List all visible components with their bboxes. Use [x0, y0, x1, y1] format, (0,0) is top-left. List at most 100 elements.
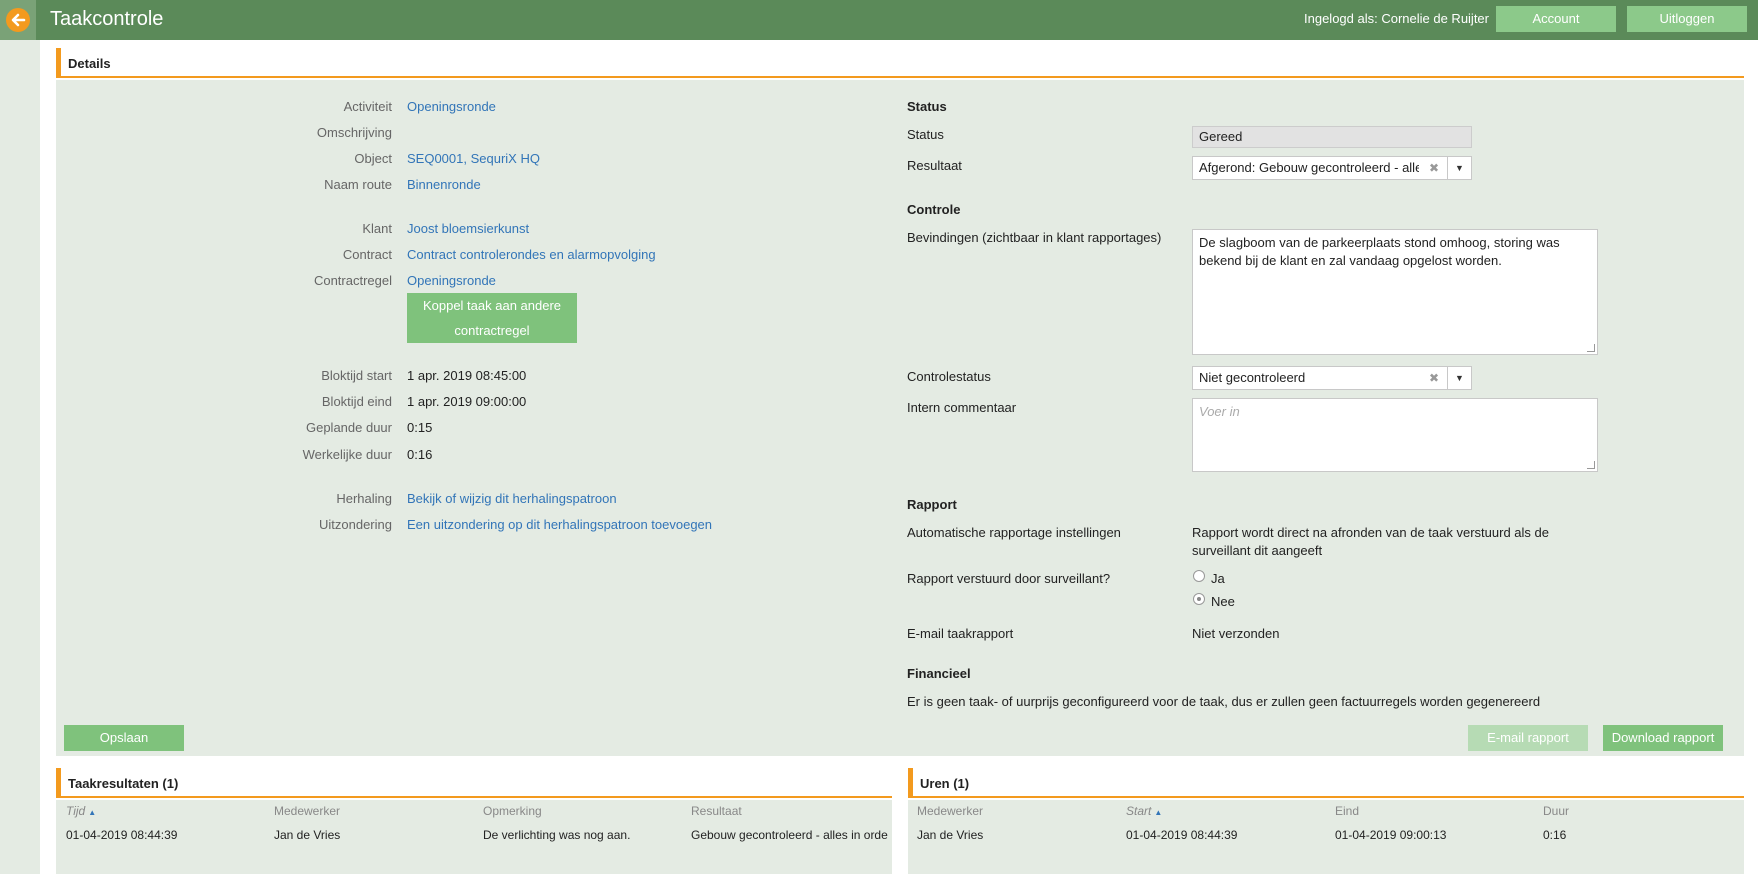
planned-duration-value: 0:15 — [407, 420, 433, 435]
cell-start: 01-04-2019 08:44:39 — [1126, 828, 1238, 842]
page-title: Taakcontrole — [50, 8, 164, 30]
client-label: Klant — [362, 221, 392, 236]
repeat-label: Herhaling — [336, 491, 392, 506]
report-sent-label: Rapport verstuurd door surveillant? — [907, 571, 1111, 586]
cell-end: 01-04-2019 09:00:13 — [1335, 828, 1447, 842]
result-select[interactable]: Afgerond: Gebouw gecontroleerd - alles i… — [1192, 156, 1472, 180]
findings-text: De slagboom van de parkeerplaats stond o… — [1199, 235, 1560, 268]
intern-comment-label: Intern commentaar — [907, 400, 1017, 415]
findings-textarea[interactable]: De slagboom van de parkeerplaats stond o… — [1192, 229, 1598, 355]
chevron-down-icon[interactable]: ▼ — [1447, 367, 1471, 389]
auto-report-label: Automatische rapportage instellingen — [907, 525, 1121, 540]
financial-section-title: Financieel — [907, 666, 971, 681]
sort-ascending-icon: ▲ — [88, 808, 97, 817]
back-arrow-icon — [6, 8, 30, 32]
cell-employee-link[interactable]: Jan de Vries — [274, 828, 474, 842]
financial-text: Er is geen taak- of uurprijs geconfigure… — [907, 694, 1541, 709]
block-start-label: Bloktijd start — [321, 368, 392, 383]
download-report-button[interactable]: Download rapport — [1603, 725, 1723, 751]
contract-label: Contract — [342, 247, 392, 262]
logout-button[interactable]: Uitloggen — [1627, 6, 1747, 32]
column-header-result[interactable]: Resultaat — [691, 804, 742, 818]
block-start-value: 1 apr. 2019 08:45:00 — [407, 368, 527, 383]
column-header-time[interactable]: Tijd ▲ — [66, 804, 96, 818]
object-link[interactable]: SEQ0001, SequriX HQ — [407, 151, 540, 166]
column-header-employee[interactable]: Medewerker — [917, 804, 983, 818]
details-panel-header: Details — [56, 40, 1744, 78]
planned-duration-label: Geplande duur — [305, 420, 392, 435]
radio-no[interactable] — [1193, 593, 1205, 605]
hours-table: Medewerker Start ▲ Eind Duur Jan de Vries… — [908, 800, 1744, 874]
auto-report-line2: surveillant dit aangeeft — [1192, 543, 1323, 558]
column-header-remark[interactable]: Opmerking — [483, 804, 542, 818]
chevron-down-icon[interactable]: ▼ — [1447, 157, 1471, 179]
hours-title: Uren (1) — [920, 776, 970, 791]
route-label: Naam route — [324, 177, 392, 192]
column-header-end[interactable]: Eind — [1335, 804, 1359, 818]
column-header-start-label: Start — [1126, 804, 1152, 818]
details-title: Details — [68, 56, 111, 71]
cell-time: 01-04-2019 08:44:39 — [66, 828, 178, 842]
top-bar: Taakcontrole Ingelogd als: Cornelie de R… — [0, 0, 1758, 40]
result-select-value: Afgerond: Gebouw gecontroleerd - alles i… — [1199, 160, 1419, 175]
status-field: Gereed — [1192, 126, 1472, 148]
hours-header: Uren (1) — [908, 760, 1744, 798]
activity-link[interactable]: Openingsronde — [407, 99, 496, 114]
couple-contract-rule-button[interactable]: Koppel taak aan andere contractregel — [407, 293, 577, 343]
activity-label: Activiteit — [343, 99, 392, 114]
report-section-title: Rapport — [907, 497, 957, 512]
cell-remark: De verlichting was nog aan. — [483, 828, 631, 842]
actual-duration-label: Werkelijke duur — [302, 447, 392, 462]
findings-label: Bevindingen (zichtbaar in klant rapporta… — [907, 230, 1162, 245]
exception-link[interactable]: Een uitzondering op dit herhalingspatroo… — [407, 517, 712, 532]
block-end-label: Bloktijd eind — [321, 394, 392, 409]
contract-link[interactable]: Contract controlerondes en alarmopvolgin… — [407, 247, 656, 262]
column-header-duration[interactable]: Duur — [1543, 804, 1569, 818]
object-label: Object — [354, 151, 392, 166]
route-link[interactable]: Binnenronde — [407, 177, 481, 192]
contract-rule-link[interactable]: Openingsronde — [407, 273, 496, 288]
column-header-employee[interactable]: Medewerker — [274, 804, 340, 818]
back-button[interactable] — [0, 0, 36, 40]
exception-label: Uitzondering — [319, 517, 392, 532]
resize-handle-icon[interactable] — [1587, 344, 1595, 352]
left-strip — [0, 40, 40, 874]
control-status-value: Niet gecontroleerd — [1199, 370, 1306, 385]
couple-button-line1: Koppel taak aan andere — [422, 298, 562, 313]
cell-employee-link[interactable]: Jan de Vries — [917, 828, 1117, 842]
radio-no-label[interactable]: Nee — [1211, 594, 1235, 609]
save-button[interactable]: Opslaan — [64, 725, 184, 751]
login-info: Ingelogd als: Cornelie de Ruijter — [1304, 11, 1489, 26]
column-header-time-label: Tijd — [66, 804, 86, 818]
description-label: Omschrijving — [316, 125, 392, 140]
repeat-link[interactable]: Bekijk of wijzig dit herhalingspatroon — [407, 491, 617, 506]
cell-result: Gebouw gecontroleerd - alles in orde — [691, 828, 888, 842]
task-results-header: Taakresultaten (1) — [56, 760, 892, 798]
email-report-button[interactable]: E-mail rapport — [1468, 725, 1588, 751]
contract-rule-label: Contractregel — [313, 273, 392, 288]
intern-comment-placeholder: Voer in — [1199, 404, 1240, 419]
radio-yes-label[interactable]: Ja — [1211, 571, 1225, 586]
intern-comment-textarea[interactable]: Voer in — [1192, 398, 1598, 472]
account-button[interactable]: Account — [1496, 6, 1616, 32]
client-link[interactable]: Joost bloemsierkunst — [407, 221, 529, 236]
actual-duration-value: 0:16 — [407, 447, 433, 462]
status-section-title: Status — [907, 99, 947, 114]
control-section-title: Controle — [907, 202, 961, 217]
clear-icon[interactable]: ✖ — [1429, 157, 1439, 179]
control-status-label: Controlestatus — [907, 369, 991, 384]
task-results-title: Taakresultaten (1) — [68, 776, 179, 791]
resize-handle-icon[interactable] — [1587, 461, 1595, 469]
column-header-start[interactable]: Start ▲ — [1126, 804, 1162, 818]
result-label: Resultaat — [907, 158, 962, 173]
cell-duration: 0:16 — [1543, 828, 1567, 842]
clear-icon[interactable]: ✖ — [1429, 367, 1439, 389]
couple-button-line2: contractregel — [454, 323, 530, 338]
radio-yes[interactable] — [1193, 570, 1205, 582]
block-end-value: 1 apr. 2019 09:00:00 — [407, 394, 527, 409]
control-status-select[interactable]: Niet gecontroleerd ✖ ▼ — [1192, 366, 1472, 390]
email-report-label: E-mail taakrapport — [907, 626, 1014, 641]
sort-ascending-icon: ▲ — [1154, 808, 1163, 817]
status-label: Status — [907, 127, 944, 142]
email-report-value: Niet verzonden — [1192, 626, 1280, 641]
